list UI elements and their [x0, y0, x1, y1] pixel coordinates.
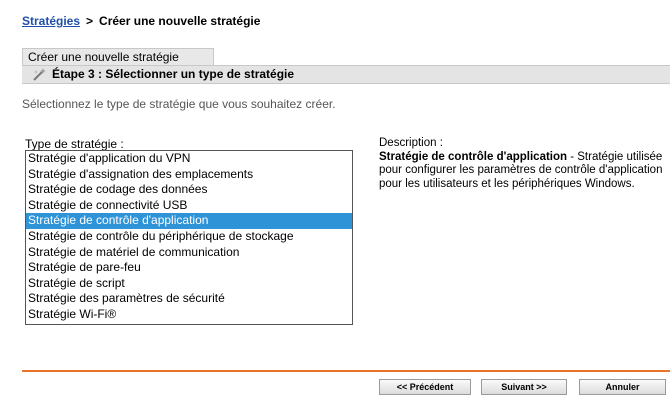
wizard-wand-icon	[33, 68, 46, 81]
policy-type-option[interactable]: Stratégie de connectivité USB	[26, 198, 352, 214]
policy-type-option[interactable]: Stratégie de pare-feu	[26, 260, 352, 276]
tab-create-policy: Créer une nouvelle stratégie	[22, 48, 214, 65]
policy-type-option[interactable]: Stratégie de script	[26, 276, 352, 292]
breadcrumb-separator: >	[86, 14, 94, 28]
breadcrumb: Stratégies > Créer une nouvelle stratégie	[22, 14, 260, 28]
intro-text: Sélectionnez le type de stratégie que vo…	[22, 97, 336, 111]
next-button[interactable]: Suivant >>	[481, 379, 567, 395]
policy-type-option[interactable]: Stratégie Wi-Fi®	[26, 307, 352, 323]
step-header: Étape 3 : Sélectionner un type de straté…	[22, 65, 670, 84]
description-body: Stratégie de contrôle d'application - St…	[379, 151, 664, 192]
description-label: Description :	[379, 137, 443, 149]
footer-divider	[22, 370, 670, 372]
policy-type-option[interactable]: Stratégie de matériel de communication	[26, 245, 352, 261]
policy-type-option[interactable]: Stratégie d'assignation des emplacements	[26, 167, 352, 183]
cancel-button[interactable]: Annuler	[579, 379, 666, 395]
policy-type-option[interactable]: Stratégie de codage des données	[26, 182, 352, 198]
breadcrumb-link-strategies[interactable]: Stratégies	[22, 14, 80, 28]
policy-type-option[interactable]: Stratégie des paramètres de sécurité	[26, 291, 352, 307]
policy-type-option[interactable]: Stratégie d'application du VPN	[26, 151, 352, 167]
description-panel: Description : Stratégie de contrôle d'ap…	[379, 137, 664, 191]
policy-type-listbox[interactable]: Stratégie d'application du VPN Stratégie …	[25, 150, 353, 325]
policy-type-option[interactable]: Stratégie de contrôle d'application	[26, 213, 352, 229]
policy-type-label: Type de stratégie :	[25, 137, 124, 151]
policy-type-option[interactable]: Stratégie de contrôle du périphérique de…	[26, 229, 352, 245]
breadcrumb-current: Créer une nouvelle stratégie	[99, 14, 261, 28]
description-title: Stratégie de contrôle d'application	[379, 150, 568, 163]
previous-button[interactable]: << Précédent	[379, 379, 471, 395]
step-title: Étape 3 : Sélectionner un type de straté…	[52, 67, 295, 81]
